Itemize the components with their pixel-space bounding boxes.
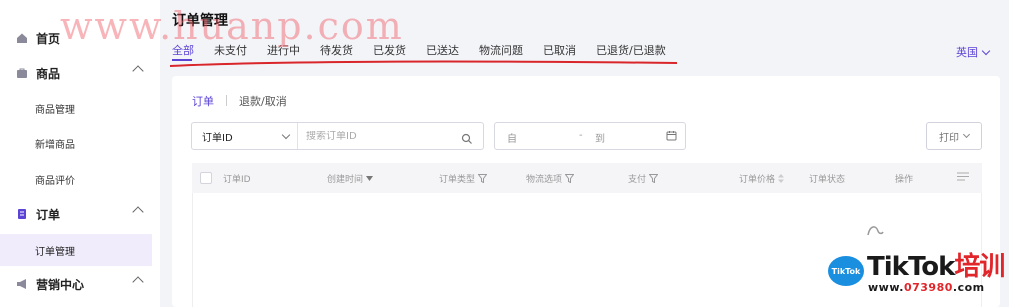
chevron-up-icon bbox=[132, 206, 144, 218]
sidebar-item-label: 首页 bbox=[36, 31, 61, 46]
sidebar: 首页 商品 商品管理 新增商品 商品评价 订单 订单管理 营销中心 bbox=[0, 0, 160, 307]
sidebar-item-label: 商品 bbox=[36, 66, 61, 81]
order-subtabs: 订单 退款/取消 bbox=[192, 93, 287, 109]
orders-table-body bbox=[192, 193, 982, 307]
subtab-divider bbox=[226, 95, 227, 106]
tab-cancelled[interactable]: 已取消 bbox=[543, 42, 576, 60]
home-icon bbox=[16, 32, 28, 44]
search-icon[interactable] bbox=[461, 130, 473, 149]
chevron-up-icon bbox=[132, 276, 144, 288]
chevron-down-icon bbox=[981, 46, 991, 55]
column-order-status: 订单状态 bbox=[809, 175, 846, 185]
date-to[interactable]: 到 bbox=[595, 130, 605, 145]
column-actions: 操作 bbox=[895, 175, 914, 185]
sort-down-icon bbox=[366, 176, 374, 181]
order-icon bbox=[16, 208, 28, 220]
sidebar-item-products[interactable]: 商品 bbox=[0, 56, 160, 90]
date-separator: - bbox=[579, 130, 583, 141]
column-order-id: 订单ID bbox=[223, 175, 251, 185]
sidebar-item-label: 营销中心 bbox=[36, 277, 85, 292]
date-range-picker[interactable]: 自 - 到 bbox=[494, 122, 686, 150]
column-created-time[interactable]: 创建时间 bbox=[327, 172, 374, 185]
search-field-value: 订单ID bbox=[202, 132, 233, 144]
filter-icon bbox=[649, 174, 659, 183]
language-label: 英国 bbox=[956, 46, 978, 59]
orders-table-header: 订单ID 创建时间 订单类型 物流选项 支付 订单价格 订单状态 操作 bbox=[192, 163, 982, 193]
tab-all[interactable]: 全部 bbox=[172, 42, 194, 60]
chevron-down-icon bbox=[281, 130, 291, 140]
sidebar-item-home[interactable]: 首页 bbox=[0, 21, 160, 55]
print-button[interactable]: 打印 bbox=[926, 122, 982, 150]
sidebar-subitem-add-product[interactable]: 新增商品 bbox=[0, 127, 160, 159]
page-title: 订单管理 bbox=[172, 13, 228, 29]
chevron-up-icon bbox=[132, 65, 144, 77]
bag-icon bbox=[16, 67, 28, 79]
print-label: 打印 bbox=[939, 132, 959, 144]
order-status-tabs: 全部 未支付 进行中 待发货 已发货 已送达 物流问题 已取消 已退货/已退款 bbox=[172, 42, 686, 60]
sidebar-subitem-product-reviews[interactable]: 商品评价 bbox=[0, 163, 160, 195]
column-shipping-option[interactable]: 物流选项 bbox=[526, 172, 575, 185]
tab-returned-refunded[interactable]: 已退货/已退款 bbox=[596, 42, 666, 60]
column-order-price[interactable]: 订单价格 bbox=[739, 172, 785, 185]
tab-shipped[interactable]: 已发货 bbox=[373, 42, 406, 60]
filter-icon bbox=[565, 174, 575, 183]
search-filter: 订单ID bbox=[191, 122, 484, 150]
language-selector[interactable]: 英国 bbox=[956, 44, 991, 60]
tab-logistics-issue[interactable]: 物流问题 bbox=[479, 42, 523, 60]
select-all-checkbox[interactable] bbox=[200, 172, 212, 184]
filter-icon bbox=[478, 174, 488, 183]
brand-url: www.073980.com bbox=[868, 281, 985, 294]
sort-icon bbox=[778, 174, 785, 183]
subtab-orders[interactable]: 订单 bbox=[192, 93, 214, 109]
tiktok-logo-badge: TikTok bbox=[828, 256, 864, 286]
brand-text: TikTok培训 bbox=[867, 252, 1005, 282]
active-tab-indicator bbox=[172, 59, 192, 61]
tab-delivered[interactable]: 已送达 bbox=[426, 42, 459, 60]
tab-unpaid[interactable]: 未支付 bbox=[214, 42, 247, 60]
megaphone-icon bbox=[16, 278, 28, 290]
calendar-icon[interactable] bbox=[666, 130, 677, 144]
column-settings-icon[interactable] bbox=[957, 172, 969, 181]
sidebar-item-marketing[interactable]: 营销中心 bbox=[0, 267, 160, 301]
annotation-underline bbox=[169, 60, 678, 67]
sidebar-subitem-product-management[interactable]: 商品管理 bbox=[0, 92, 160, 124]
search-field-select[interactable]: 订单ID bbox=[192, 123, 298, 149]
column-payment[interactable]: 支付 bbox=[628, 172, 659, 185]
tab-to-ship[interactable]: 待发货 bbox=[320, 42, 353, 60]
chevron-down-icon bbox=[962, 130, 971, 139]
column-order-type[interactable]: 订单类型 bbox=[439, 172, 488, 185]
date-from[interactable]: 自 bbox=[507, 130, 517, 145]
subtab-refund-cancel[interactable]: 退款/取消 bbox=[239, 93, 287, 109]
sidebar-subitem-order-management[interactable]: 订单管理 bbox=[0, 234, 152, 266]
sidebar-item-label: 订单 bbox=[36, 207, 61, 222]
search-input[interactable] bbox=[298, 130, 448, 142]
tab-in-progress[interactable]: 进行中 bbox=[267, 42, 300, 60]
sidebar-item-orders[interactable]: 订单 bbox=[0, 197, 160, 231]
